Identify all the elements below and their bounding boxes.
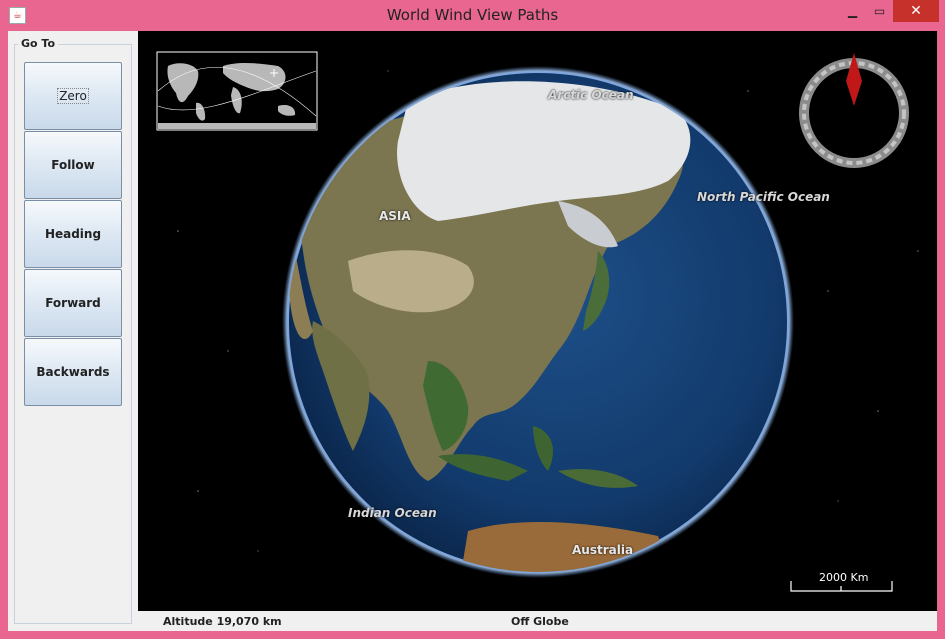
goto-legend: Go To	[18, 37, 59, 50]
window-title: World Wind View Paths	[386, 6, 559, 24]
world-map-overview[interactable]	[156, 51, 318, 131]
forward-button[interactable]: Forward	[24, 269, 122, 337]
zero-button-label: Zero	[57, 88, 89, 104]
follow-button[interactable]: Follow	[24, 131, 122, 199]
altitude-readout: Altitude 19,070 km	[163, 615, 282, 628]
title-bar[interactable]: ☕ World Wind View Paths ▁ ▭ ✕	[0, 0, 945, 31]
status-bar: Altitude 19,070 km Off Globe	[138, 611, 937, 631]
world-wind-canvas[interactable]: Arctic Ocean North Pacific Ocean ASIA In…	[138, 31, 937, 611]
heading-button-label: Heading	[44, 227, 102, 241]
minimize-button[interactable]: ▁	[839, 0, 866, 22]
client-area: Go To Zero Follow Heading Forward Backwa…	[8, 31, 937, 631]
close-button[interactable]: ✕	[893, 0, 939, 22]
label-australia: Australia	[572, 543, 634, 557]
heading-button[interactable]: Heading	[24, 200, 122, 268]
maximize-button[interactable]: ▭	[866, 0, 893, 22]
follow-button-label: Follow	[51, 158, 95, 172]
globe-scene	[156, 51, 919, 592]
zero-button[interactable]: Zero	[24, 62, 122, 130]
compass[interactable]	[799, 53, 909, 168]
label-indian-ocean: Indian Ocean	[348, 506, 437, 520]
app-window: ☕ World Wind View Paths ▁ ▭ ✕ Go To Zero…	[0, 0, 945, 639]
label-arctic-ocean: Arctic Ocean	[548, 88, 634, 102]
scale-label: 2000 Km	[819, 571, 869, 584]
backwards-button[interactable]: Backwards	[24, 338, 122, 406]
backwards-button-label: Backwards	[36, 365, 110, 379]
position-readout: Off Globe	[511, 615, 569, 628]
forward-button-label: Forward	[45, 296, 101, 310]
label-asia: ASIA	[379, 209, 411, 223]
label-north-pacific: North Pacific Ocean	[697, 190, 830, 204]
